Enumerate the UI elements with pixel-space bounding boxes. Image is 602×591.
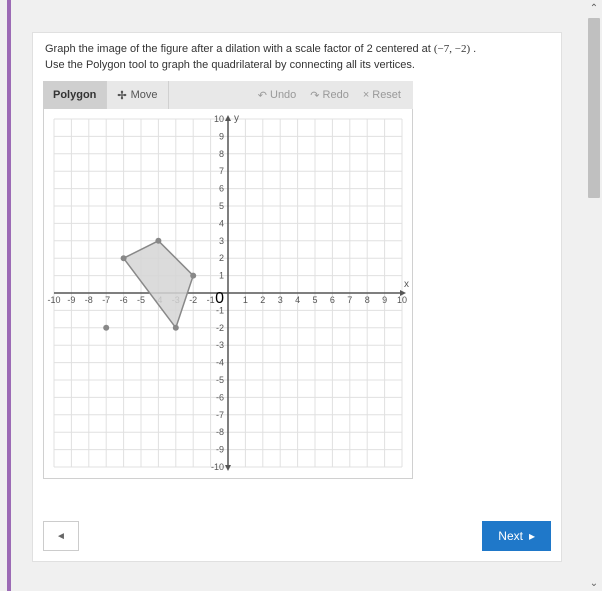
graph-canvas[interactable]: xy-10-9-8-7-6-5-4-3-2-112345678910-10-9-…: [44, 109, 412, 477]
dilation-center: (−7, −2): [434, 43, 470, 55]
coordinate-graph[interactable]: xy-10-9-8-7-6-5-4-3-2-112345678910-10-9-…: [43, 109, 413, 479]
svg-text:-7: -7: [216, 410, 224, 420]
scroll-up-arrow[interactable]: ⌃: [586, 0, 602, 16]
svg-text:3: 3: [278, 295, 283, 305]
undo-icon: ↶: [258, 89, 267, 102]
undo-label: Undo: [270, 89, 296, 101]
polygon-tool-button[interactable]: Polygon: [43, 81, 107, 109]
svg-text:-9: -9: [216, 445, 224, 455]
svg-text:-10: -10: [211, 462, 224, 472]
left-accent-bar: [7, 0, 11, 591]
toolbar-right-group: ↶ Undo ↷ Redo × Reset: [246, 81, 413, 109]
next-button[interactable]: Next ▸: [482, 521, 551, 551]
svg-text:-10: -10: [47, 295, 60, 305]
svg-text:4: 4: [219, 218, 224, 228]
undo-button[interactable]: ↶ Undo: [252, 89, 303, 102]
prev-icon: ◄: [56, 531, 66, 542]
svg-text:5: 5: [312, 295, 317, 305]
svg-text:x: x: [404, 279, 409, 290]
svg-text:-8: -8: [85, 295, 93, 305]
move-tool-label: Move: [131, 89, 158, 101]
svg-text:-2: -2: [189, 295, 197, 305]
svg-text:8: 8: [365, 295, 370, 305]
svg-text:1: 1: [219, 271, 224, 281]
instruction-line-1: Graph the image of the figure after a di…: [45, 43, 549, 55]
move-icon: ✢: [117, 89, 126, 102]
svg-text:-1: -1: [207, 295, 215, 305]
svg-text:-6: -6: [120, 295, 128, 305]
question-card: Graph the image of the figure after a di…: [32, 32, 562, 562]
svg-text:6: 6: [219, 184, 224, 194]
svg-text:5: 5: [219, 201, 224, 211]
svg-text:y: y: [234, 113, 239, 124]
svg-text:8: 8: [219, 149, 224, 159]
redo-label: Redo: [323, 89, 349, 101]
svg-text:4: 4: [295, 295, 300, 305]
move-tool-button[interactable]: ✢ Move: [107, 81, 168, 109]
instruction-1-pre: Graph the image of the figure after a di…: [45, 43, 434, 55]
reset-label: Reset: [372, 89, 401, 101]
reset-icon: ×: [363, 89, 369, 101]
svg-text:-5: -5: [137, 295, 145, 305]
graph-toolbar: Polygon ✢ Move ↶ Undo ↷ Redo × Reset: [43, 81, 413, 109]
svg-text:10: 10: [214, 114, 224, 124]
svg-text:-6: -6: [216, 392, 224, 402]
reset-button[interactable]: × Reset: [357, 89, 407, 101]
next-label: Next: [498, 529, 523, 543]
svg-text:9: 9: [382, 295, 387, 305]
svg-text:-5: -5: [216, 375, 224, 385]
redo-button[interactable]: ↷ Redo: [304, 89, 355, 102]
svg-text:7: 7: [347, 295, 352, 305]
svg-text:-2: -2: [216, 323, 224, 333]
svg-text:-9: -9: [67, 295, 75, 305]
next-icon: ▸: [529, 529, 535, 543]
svg-text:2: 2: [260, 295, 265, 305]
redo-icon: ↷: [310, 89, 319, 102]
svg-text:-7: -7: [102, 295, 110, 305]
svg-text:10: 10: [397, 295, 407, 305]
svg-text:-3: -3: [216, 340, 224, 350]
svg-text:7: 7: [219, 166, 224, 176]
scroll-thumb[interactable]: [588, 18, 600, 198]
svg-text:-4: -4: [216, 358, 224, 368]
svg-text:3: 3: [219, 236, 224, 246]
page-scrollbar[interactable]: ⌃ ⌄: [586, 0, 602, 591]
toolbar-spacer: [169, 81, 246, 109]
instruction-1-post: .: [470, 43, 476, 55]
svg-text:-8: -8: [216, 427, 224, 437]
prev-button[interactable]: ◄: [43, 521, 79, 551]
svg-text:2: 2: [219, 253, 224, 263]
instruction-line-2: Use the Polygon tool to graph the quadri…: [45, 59, 549, 71]
svg-text:0: 0: [215, 290, 224, 307]
polygon-tool-label: Polygon: [53, 89, 96, 101]
nav-bar: ◄ Next ▸: [43, 521, 551, 551]
svg-text:9: 9: [219, 131, 224, 141]
svg-text:1: 1: [243, 295, 248, 305]
scroll-down-arrow[interactable]: ⌄: [586, 575, 602, 591]
svg-text:6: 6: [330, 295, 335, 305]
